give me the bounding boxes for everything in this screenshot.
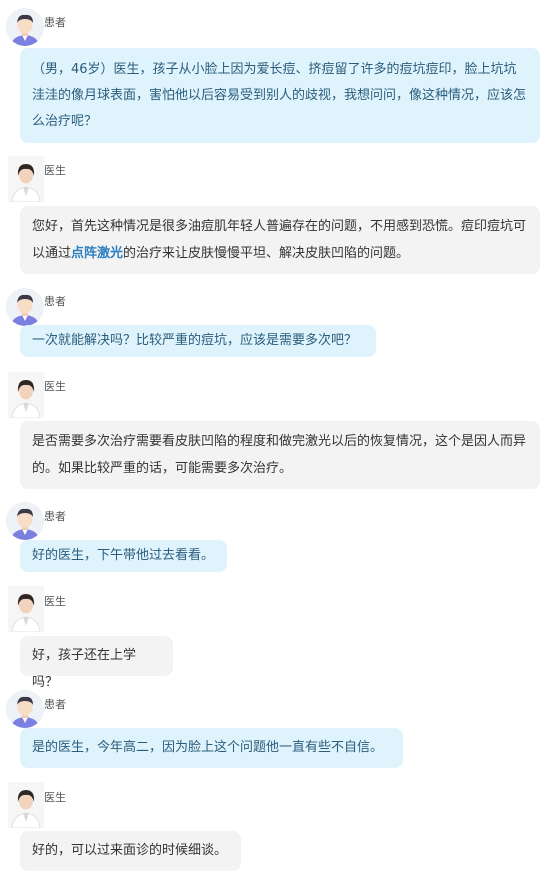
- patient-avatar-icon: [6, 690, 44, 728]
- message-text: 的治疗来让皮肤慢慢平坦、解决皮肤凹陷的问题。: [123, 246, 410, 261]
- patient-avatar-icon: [6, 288, 44, 326]
- sender-name: 患者: [44, 16, 66, 29]
- doctor-avatar-icon: [8, 156, 44, 202]
- sender-name: 患者: [44, 295, 66, 308]
- sender-name: 医生: [44, 791, 66, 804]
- sender-name: 医生: [44, 380, 66, 393]
- sender-name: 患者: [44, 510, 66, 523]
- message-bubble: 好，孩子还在上学吗？: [20, 636, 173, 690]
- sender-name: 医生: [44, 595, 66, 608]
- sender-name: 患者: [44, 698, 66, 711]
- doctor-avatar-icon: [8, 782, 44, 828]
- patient-avatar-icon: [6, 8, 44, 46]
- doctor-avatar-icon: [8, 586, 44, 632]
- message-bubble: 是的医生，今年高二，因为脸上这个问题他一直有些不自信。: [20, 728, 403, 768]
- message-bubble: 好的，可以过来面诊的时候细谈。: [20, 831, 241, 871]
- sender-name: 医生: [44, 164, 66, 177]
- message-bubble: 一次就能解决吗？比较严重的痘坑，应该是需要多次吧？: [20, 325, 376, 357]
- message-bubble: （男，46岁）医生，孩子从小脸上因为爱长痘、挤痘留了许多的痘坑痘印，脸上坑坑洼洼…: [20, 48, 540, 143]
- message-bubble: 好的医生，下午带他过去看看。: [20, 540, 227, 572]
- message-bubble: 是否需要多次治疗需要看皮肤凹陷的程度和做完激光以后的恢复情况，这个是因人而异的。…: [20, 421, 540, 489]
- doctor-avatar-icon: [8, 372, 44, 418]
- message-bubble: 您好，首先这种情况是很多油痘肌年轻人普遍存在的问题，不用感到恐慌。痘印痘坑可以通…: [20, 206, 540, 274]
- patient-avatar-icon: [6, 502, 44, 540]
- treatment-link[interactable]: 点阵激光: [71, 246, 123, 261]
